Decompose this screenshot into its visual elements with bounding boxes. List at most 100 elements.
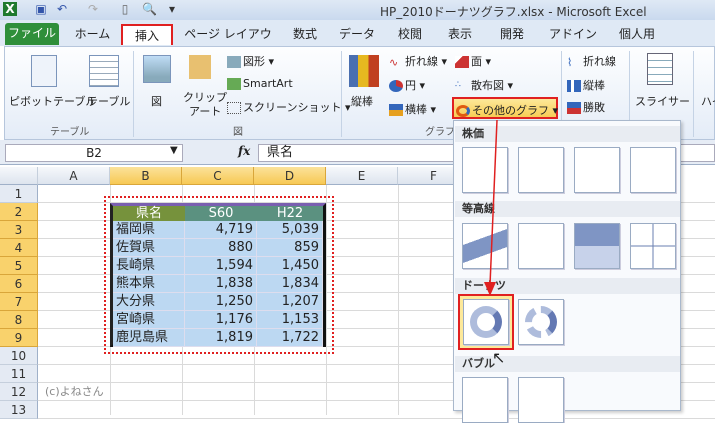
stock-vhlc-chart-option[interactable] [574, 147, 620, 193]
screenshot-button[interactable]: スクリーンショット ▾ [227, 99, 350, 115]
table-header-pref[interactable]: 県名 [113, 206, 185, 221]
table-cell-value[interactable]: 1,722 [257, 329, 323, 347]
hyperlink-button[interactable]: ハイ [701, 93, 715, 109]
contour-chart-option[interactable] [574, 223, 620, 269]
area-chart-button[interactable]: 面 ▾ [455, 53, 491, 69]
table-cell-prefecture[interactable]: 鹿児島県 [113, 329, 185, 347]
shapes-button[interactable]: 図形 ▾ [227, 53, 274, 69]
row-header-7[interactable]: 7 [0, 293, 38, 311]
slicer-button[interactable]: スライサー [635, 93, 690, 109]
tab-review[interactable]: 校閲 [390, 24, 430, 45]
table-cell-value[interactable]: 1,819 [185, 329, 257, 347]
table-cell-value[interactable]: 4,719 [185, 221, 257, 239]
tab-page-layout[interactable]: ページ レイアウト [183, 24, 273, 62]
row-header-8[interactable]: 8 [0, 311, 38, 329]
stock-ohlc-chart-option[interactable] [518, 147, 564, 193]
smartart-label: SmartArt [243, 77, 293, 90]
stock-vohlc-chart-option[interactable] [630, 147, 676, 193]
bar-chart-label: 横棒 [405, 103, 427, 116]
tab-formulas[interactable]: 数式 [285, 24, 325, 45]
row-header-1[interactable]: 1 [0, 185, 38, 203]
table-button[interactable]: テーブル [87, 93, 130, 109]
clipart-icon [189, 55, 211, 79]
row-header-6[interactable]: 6 [0, 275, 38, 293]
other-charts-button[interactable]: その他のグラフ ▾ [452, 97, 558, 119]
sparkline-line-button[interactable]: ⌇ 折れ線 [567, 53, 616, 69]
bubble-3d-chart-option[interactable] [518, 377, 564, 423]
row-header-12[interactable]: 12 [0, 383, 38, 401]
table-cell-value[interactable]: 1,838 [185, 275, 257, 293]
row-header-2[interactable]: 2 [0, 203, 38, 221]
table-cell-prefecture[interactable]: 宮崎県 [113, 311, 185, 329]
row-header-10[interactable]: 10 [0, 347, 38, 365]
exploded-doughnut-chart-option[interactable] [518, 299, 564, 345]
sparkline-column-button[interactable]: 縦棒 [567, 77, 605, 93]
table-cell-value[interactable]: 880 [185, 239, 257, 257]
credit-text: (c)よねさん [45, 385, 104, 398]
smartart-button[interactable]: SmartArt [227, 77, 293, 90]
insert-function-button[interactable]: fx [238, 144, 250, 158]
pie-chart-button[interactable]: 円 ▾ [389, 77, 425, 93]
column-header-a[interactable]: A [38, 167, 110, 185]
row-header-4[interactable]: 4 [0, 239, 38, 257]
table-cell-value[interactable]: 1,594 [185, 257, 257, 275]
table-cell-value[interactable]: 1,153 [257, 311, 323, 329]
sparkline-winloss-button[interactable]: 勝敗 [567, 99, 605, 115]
scatter-chart-button[interactable]: ∴ 散布図 ▾ [455, 77, 513, 93]
undo-icon[interactable]: ↶ [55, 2, 69, 16]
column-header-e[interactable]: E [326, 167, 398, 185]
table-cell-value[interactable]: 859 [257, 239, 323, 257]
tab-home[interactable]: ホーム [70, 24, 115, 45]
redo-icon[interactable]: ↷ [86, 2, 100, 16]
customize-icon[interactable]: ▾ [165, 2, 179, 16]
table-cell-prefecture[interactable]: 佐賀県 [113, 239, 185, 257]
tab-file[interactable]: ファイル [5, 23, 59, 45]
tab-view[interactable]: 表示 [440, 24, 480, 45]
contour-wireframe-chart-option[interactable] [630, 223, 676, 269]
column-chart-icon [349, 55, 379, 87]
bubble-chart-option[interactable] [462, 377, 508, 423]
table-cell-value[interactable]: 1,450 [257, 257, 323, 275]
column-header-d[interactable]: D [254, 167, 326, 185]
stock-hlc-chart-option[interactable] [462, 147, 508, 193]
table-cell-prefecture[interactable]: 熊本県 [113, 275, 185, 293]
table-header-h22[interactable]: H22 [257, 206, 323, 221]
tab-developer[interactable]: 開発 [492, 24, 532, 45]
column-header-c[interactable]: C [182, 167, 254, 185]
table-cell-value[interactable]: 1,207 [257, 293, 323, 311]
picture-button[interactable]: 図 [151, 93, 162, 109]
clipart-button-line2[interactable]: アート [189, 103, 221, 119]
bar-chart-button[interactable]: 横棒 ▾ [389, 101, 436, 117]
table-cell-value[interactable]: 1,176 [185, 311, 257, 329]
column-chart-button[interactable]: 縦棒 [351, 93, 373, 109]
print-preview-icon[interactable]: 🔍 [142, 2, 157, 16]
column-header-b[interactable]: B [110, 167, 182, 185]
row-header-3[interactable]: 3 [0, 221, 38, 239]
name-box-dropdown-icon[interactable]: ▼ [170, 145, 178, 156]
select-all-corner[interactable] [0, 167, 38, 185]
table-cell-value[interactable]: 5,039 [257, 221, 323, 239]
tab-data[interactable]: データ [337, 24, 377, 45]
new-icon[interactable]: ▯ [118, 2, 132, 16]
table-cell-value[interactable]: 1,250 [185, 293, 257, 311]
save-icon[interactable]: ▣ [34, 2, 48, 16]
row-header-13[interactable]: 13 [0, 401, 38, 419]
line-chart-button[interactable]: ∿ 折れ線 ▾ [389, 53, 447, 69]
table-cell-prefecture[interactable]: 大分県 [113, 293, 185, 311]
name-box[interactable]: B2 [5, 144, 183, 162]
row-header-5[interactable]: 5 [0, 257, 38, 275]
tab-personal[interactable]: 個人用 [612, 24, 662, 45]
table-cell-prefecture[interactable]: 福岡県 [113, 221, 185, 239]
row-header-11[interactable]: 11 [0, 365, 38, 383]
row-header-9[interactable]: 9 [0, 329, 38, 347]
doughnut-chart-option[interactable] [463, 299, 509, 345]
tab-addins[interactable]: アドイン [548, 24, 598, 45]
surface-wireframe-chart-option[interactable] [518, 223, 564, 269]
pivot-table-button[interactable]: ピボットテーブル [9, 93, 96, 109]
table-header-s60[interactable]: S60 [185, 206, 257, 221]
table-cell-prefecture[interactable]: 長崎県 [113, 257, 185, 275]
table-cell-value[interactable]: 1,834 [257, 275, 323, 293]
surface-3d-chart-option[interactable] [462, 223, 508, 269]
tab-insert[interactable]: 挿入 [121, 24, 173, 45]
data-table[interactable]: 県名 S60 H22 福岡県 4,719 5,039 佐賀県 880 859 長崎県 1,59… [110, 203, 326, 347]
